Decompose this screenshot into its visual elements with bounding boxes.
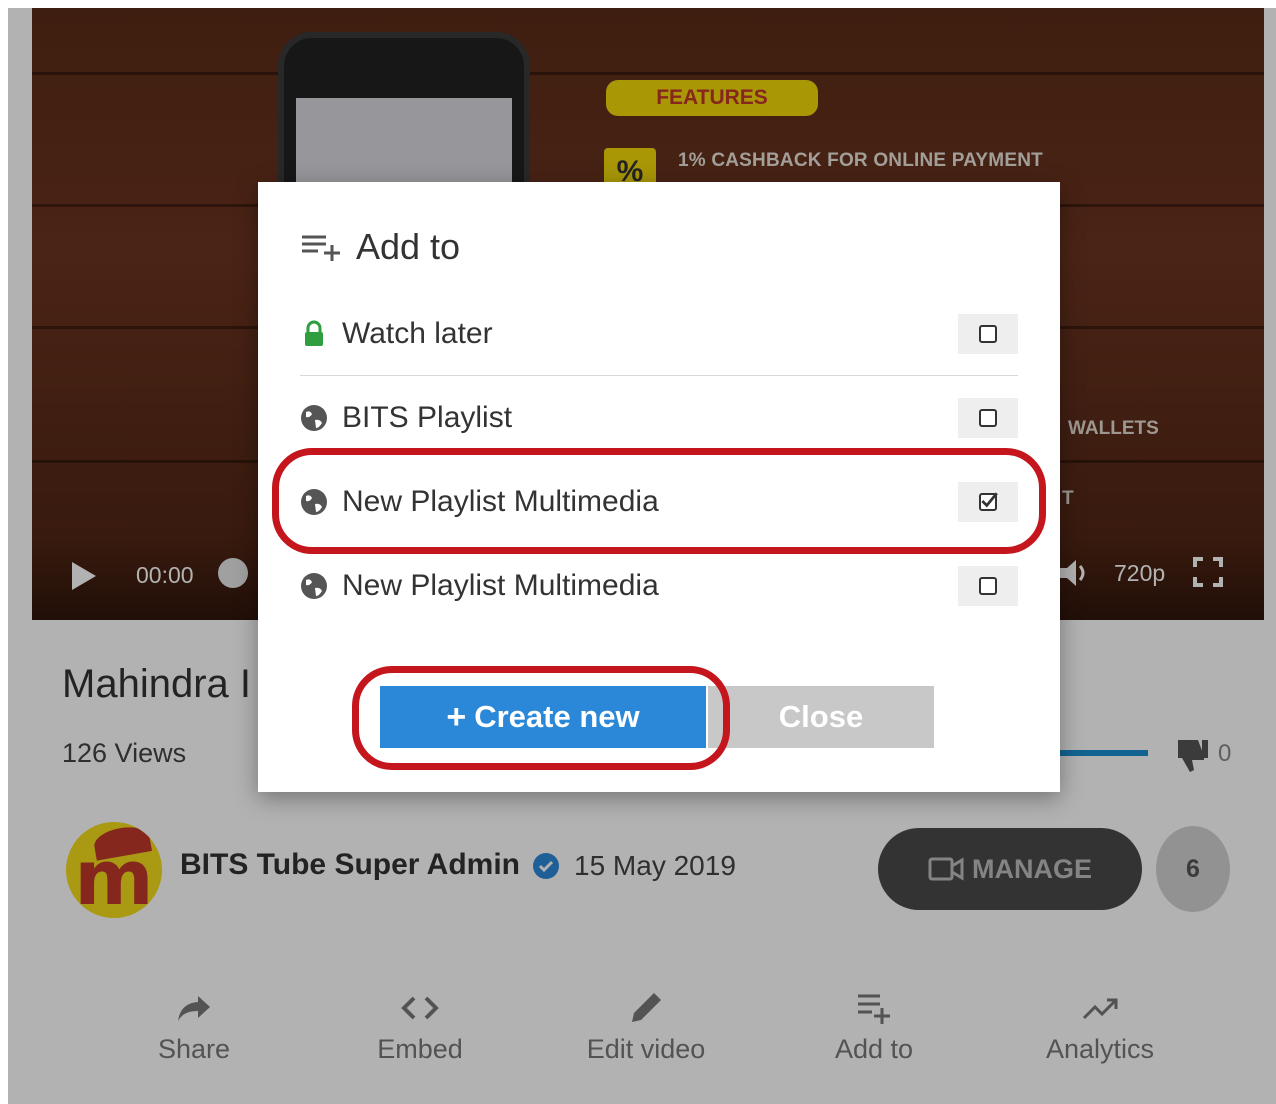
globe-icon	[301, 489, 327, 515]
checkbox-box	[979, 324, 997, 343]
playlist-label: BITS Playlist	[342, 401, 513, 434]
checkbox-box	[979, 492, 998, 511]
plus-icon: +	[446, 697, 467, 736]
playlist-label: New Playlist Multimedia	[342, 569, 659, 602]
playlist-label: New Playlist Multimedia	[342, 485, 659, 518]
checkbox-box	[979, 577, 997, 595]
playlist-row-new-playlist-multimedia[interactable]: New Playlist Multimedia	[300, 460, 1018, 544]
globe-icon	[301, 405, 327, 431]
close-label: Close	[778, 699, 864, 734]
create-new-button[interactable]: + Create new	[380, 686, 706, 748]
dialog-header: Add to	[300, 226, 460, 268]
playlist-checkbox-checked[interactable]	[958, 482, 1018, 522]
lock-icon	[305, 320, 323, 346]
playlist-row-bits-playlist[interactable]: BITS Playlist	[300, 376, 1018, 460]
checkmark-icon	[981, 492, 998, 508]
playlist-row-new-playlist-multimedia-2[interactable]: New Playlist Multimedia	[300, 544, 1018, 628]
globe-icon	[301, 573, 327, 599]
checkbox-box	[979, 409, 997, 427]
add-to-dialog: Add to Watch later BITS Playlist New Pla…	[258, 182, 1060, 792]
playlist-label: Watch later	[342, 316, 493, 350]
playlist-row-watch-later[interactable]: Watch later	[300, 292, 1018, 376]
playlist-checkbox[interactable]	[958, 566, 1018, 606]
create-new-label: Create new	[474, 699, 640, 734]
playlist-checkbox[interactable]	[958, 313, 1018, 354]
playlist-checkbox[interactable]	[958, 398, 1018, 438]
close-button[interactable]: Close	[708, 686, 934, 748]
playlist-add-icon	[302, 235, 340, 261]
dialog-title: Add to	[356, 226, 461, 267]
video-page: FEATURES % 1% CASHBACK FOR ONLINE PAYMEN…	[8, 8, 1276, 1104]
